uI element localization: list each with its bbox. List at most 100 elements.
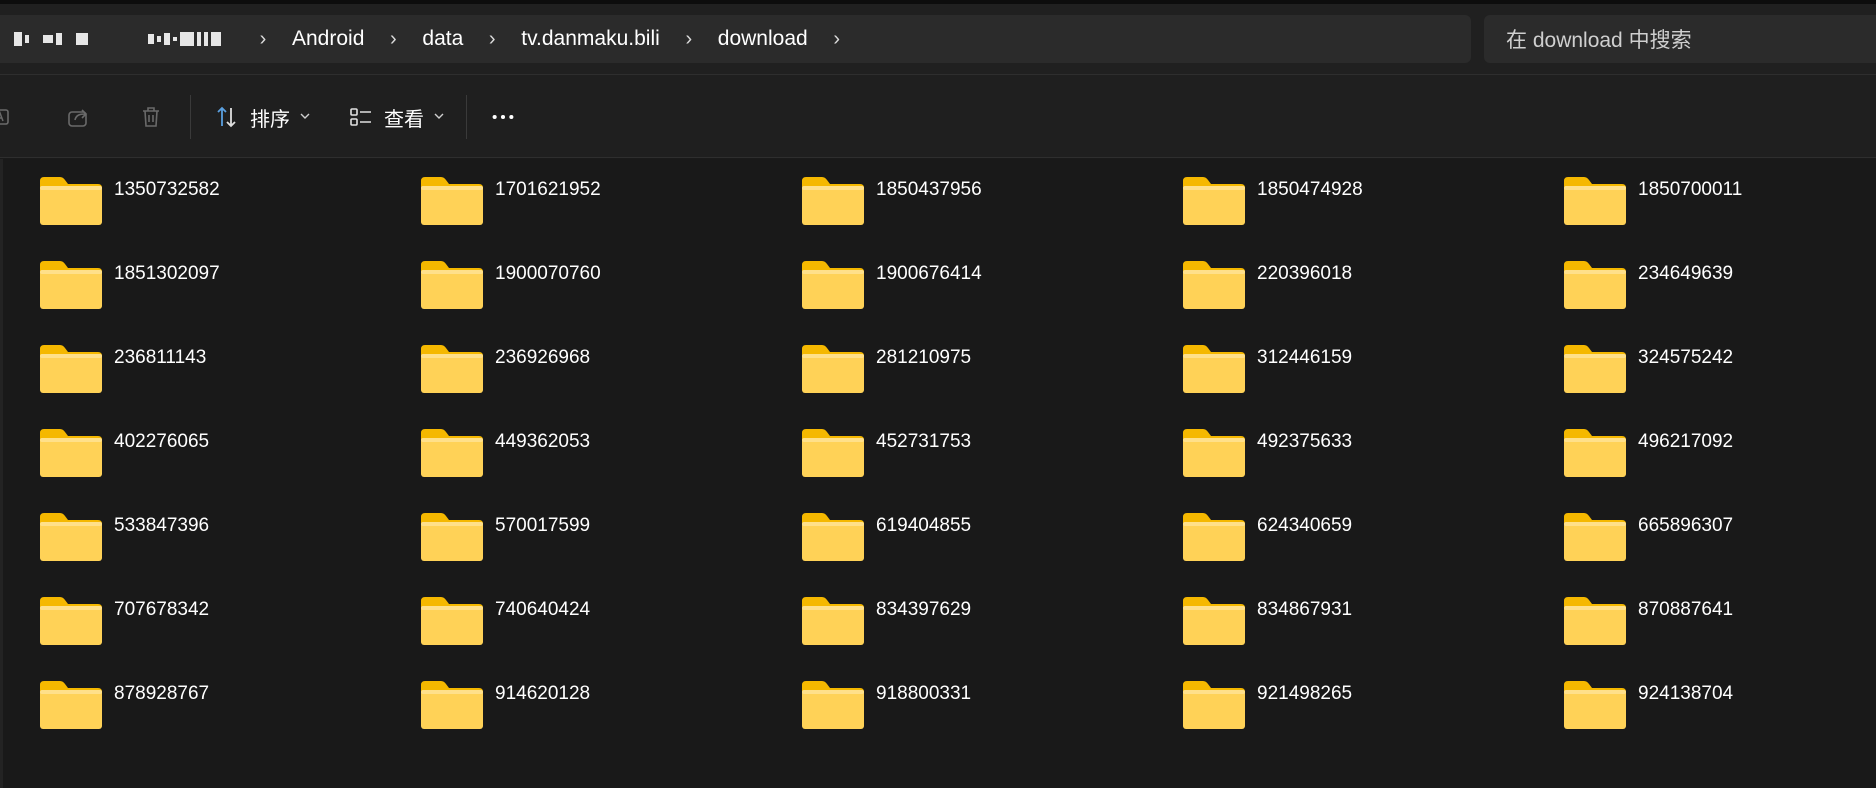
chevron-right-icon[interactable]: › — [820, 15, 854, 63]
folder-icon — [419, 425, 485, 484]
folder-item[interactable]: 324575242 — [1562, 341, 1876, 425]
folder-icon — [800, 593, 866, 652]
address-row: › Android › data › tv.danmaku.bili › dow… — [0, 0, 1876, 74]
folder-icon — [419, 593, 485, 652]
chevron-right-icon[interactable]: › — [672, 15, 706, 63]
folder-item[interactable]: 492375633 — [1181, 425, 1562, 509]
folder-item[interactable]: 924138704 — [1562, 677, 1876, 761]
folder-item[interactable]: 449362053 — [419, 425, 800, 509]
folder-icon — [38, 173, 104, 232]
folder-item[interactable]: 921498265 — [1181, 677, 1562, 761]
breadcrumb-tv-danmaku-bili[interactable]: tv.danmaku.bili — [509, 15, 672, 63]
folder-item[interactable]: 452731753 — [800, 425, 1181, 509]
folder-icon — [419, 173, 485, 232]
folder-icon — [38, 257, 104, 316]
folder-name: 1900676414 — [876, 263, 982, 284]
folder-item[interactable]: 1350732582 — [38, 173, 419, 257]
folder-name: 1850474928 — [1257, 179, 1363, 200]
chevron-right-icon[interactable]: › — [475, 15, 509, 63]
folder-name: 312446159 — [1257, 347, 1353, 368]
rename-button[interactable] — [0, 75, 16, 159]
folder-icon — [800, 173, 866, 232]
folder-icon — [419, 509, 485, 568]
folder-item[interactable]: 1701621952 — [419, 173, 800, 257]
folder-item[interactable]: 312446159 — [1181, 341, 1562, 425]
folder-item[interactable]: 914620128 — [419, 677, 800, 761]
folder-item[interactable]: 1850437956 — [800, 173, 1181, 257]
folder-name: 924138704 — [1638, 683, 1734, 704]
folder-name: 707678342 — [114, 599, 210, 620]
folder-name: 324575242 — [1638, 347, 1734, 368]
folder-item[interactable]: 624340659 — [1181, 509, 1562, 593]
folder-item[interactable]: 236811143 — [38, 341, 419, 425]
folder-item[interactable]: 236926968 — [419, 341, 800, 425]
folder-icon — [1562, 341, 1628, 400]
chevron-down-icon — [434, 108, 444, 126]
folder-item[interactable]: 834867931 — [1181, 593, 1562, 677]
file-list-area: 1350732582 1701621952 1850437956 1850474… — [0, 159, 1876, 788]
folder-item[interactable]: 619404855 — [800, 509, 1181, 593]
folder-name: 918800331 — [876, 683, 972, 704]
folder-item[interactable]: 281210975 — [800, 341, 1181, 425]
view-button[interactable]: 查看 — [348, 75, 444, 159]
search-input[interactable]: 在 download 中搜索 — [1484, 15, 1876, 63]
folder-item[interactable]: 570017599 — [419, 509, 800, 593]
title-strip — [0, 0, 1876, 4]
folder-name: 236926968 — [495, 347, 591, 368]
folder-name: 914620128 — [495, 683, 591, 704]
folder-icon — [1181, 341, 1247, 400]
folder-item[interactable]: 918800331 — [800, 677, 1181, 761]
folder-item[interactable]: 878928767 — [38, 677, 419, 761]
share-button[interactable] — [66, 75, 92, 159]
folder-icon — [800, 677, 866, 736]
folder-name: 1900070760 — [495, 263, 601, 284]
address-bar[interactable]: › Android › data › tv.danmaku.bili › dow… — [0, 15, 1471, 63]
folder-name: 1350732582 — [114, 179, 220, 200]
folder-item[interactable]: 220396018 — [1181, 257, 1562, 341]
folder-item[interactable]: 496217092 — [1562, 425, 1876, 509]
folder-item[interactable]: 1850700011 — [1562, 173, 1876, 257]
folder-icon — [38, 425, 104, 484]
view-icon — [348, 104, 374, 130]
folder-name: 665896307 — [1638, 515, 1734, 536]
folder-icon — [1181, 509, 1247, 568]
sort-icon — [214, 104, 240, 130]
folder-name: 452731753 — [876, 431, 972, 452]
command-bar: 排序 查看 — [0, 74, 1876, 158]
folder-item[interactable]: 533847396 — [38, 509, 419, 593]
folder-item[interactable]: 740640424 — [419, 593, 800, 677]
folder-name: 492375633 — [1257, 431, 1353, 452]
folder-icon — [1181, 173, 1247, 232]
breadcrumb-android[interactable]: Android — [280, 15, 376, 63]
folder-item[interactable]: 1900676414 — [800, 257, 1181, 341]
breadcrumb-data[interactable]: data — [410, 15, 475, 63]
delete-button[interactable] — [138, 75, 164, 159]
folder-item[interactable]: 234649639 — [1562, 257, 1876, 341]
folder-item[interactable]: 1900070760 — [419, 257, 800, 341]
folder-item[interactable]: 870887641 — [1562, 593, 1876, 677]
more-options-button[interactable] — [490, 75, 516, 159]
toolbar-divider — [190, 95, 191, 139]
folder-icon — [1181, 425, 1247, 484]
folder-item[interactable]: 402276065 — [38, 425, 419, 509]
folder-icon — [38, 593, 104, 652]
folder-icon — [1562, 173, 1628, 232]
folder-icon — [1562, 257, 1628, 316]
folder-item[interactable]: 1850474928 — [1181, 173, 1562, 257]
folder-item[interactable]: 665896307 — [1562, 509, 1876, 593]
breadcrumb-download[interactable]: download — [706, 15, 820, 63]
rename-icon — [0, 104, 16, 130]
chevron-right-icon[interactable]: › — [246, 15, 280, 63]
folder-icon — [800, 509, 866, 568]
sort-button[interactable]: 排序 — [214, 75, 310, 159]
folder-name: 878928767 — [114, 683, 210, 704]
chevron-down-icon — [300, 108, 310, 126]
search-placeholder: 在 download 中搜索 — [1506, 29, 1692, 52]
folder-item[interactable]: 707678342 — [38, 593, 419, 677]
chevron-right-icon[interactable]: › — [376, 15, 410, 63]
folder-item[interactable]: 1851302097 — [38, 257, 419, 341]
folder-icon — [800, 425, 866, 484]
folder-item[interactable]: 834397629 — [800, 593, 1181, 677]
folder-icon — [1562, 677, 1628, 736]
folder-name: 619404855 — [876, 515, 972, 536]
